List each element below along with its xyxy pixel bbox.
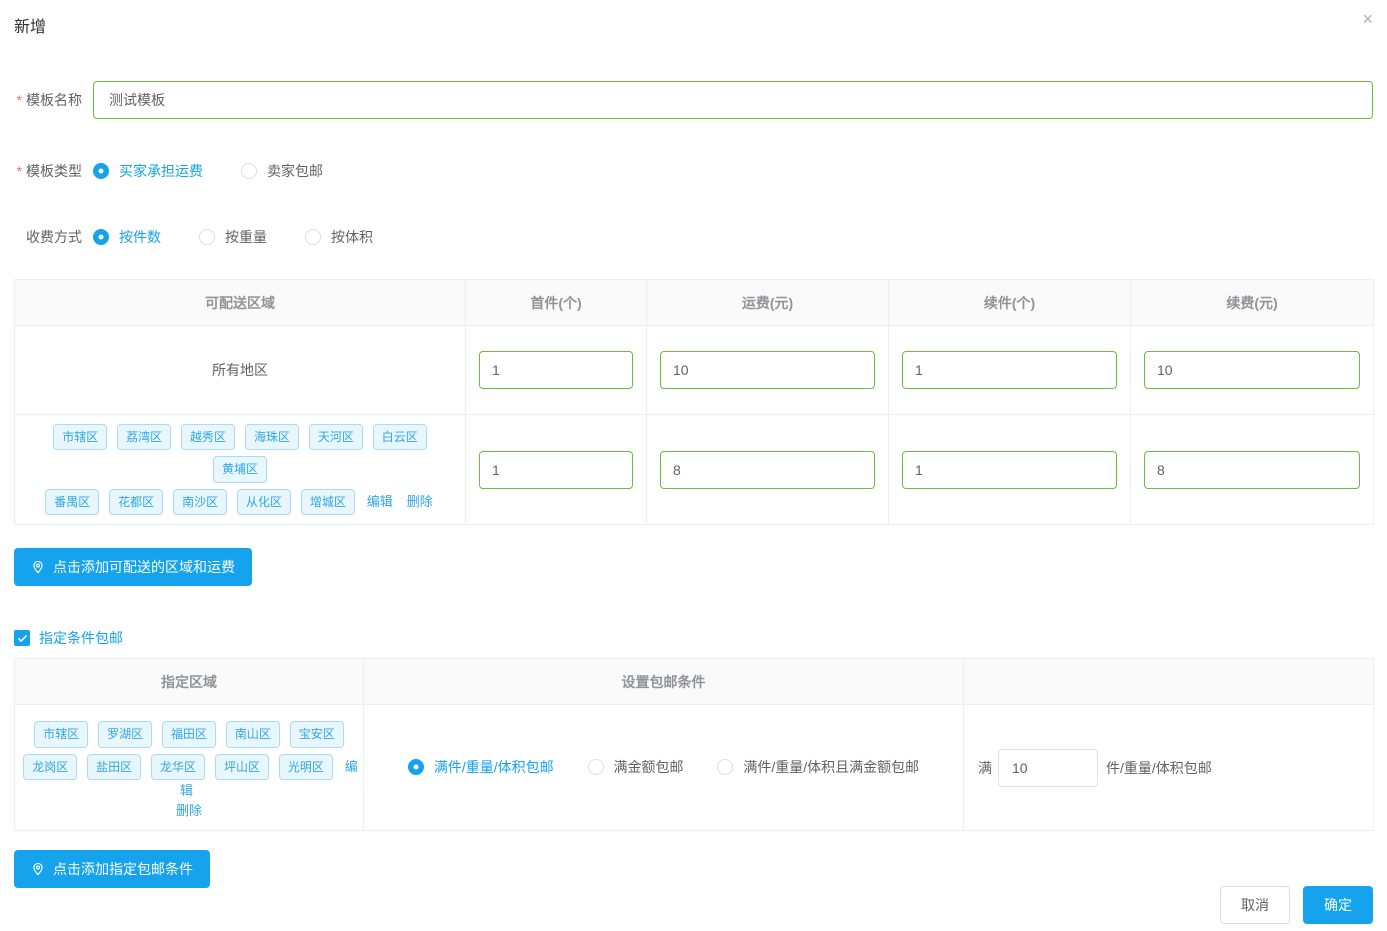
location-pin-icon — [31, 560, 45, 574]
template-type-label: 模板类型 — [14, 161, 82, 181]
free-shipping-toggle-row: 指定条件包邮 — [14, 628, 1373, 648]
region-tag: 番禺区 — [45, 489, 99, 515]
region-tag: 天河区 — [309, 424, 363, 450]
region-tag: 坪山区 — [215, 754, 269, 780]
region-tag: 南山区 — [226, 721, 280, 747]
region-tag: 南沙区 — [173, 489, 227, 515]
first-fee-input-row2[interactable] — [660, 451, 875, 489]
edit-link[interactable]: 编辑 — [367, 494, 393, 509]
radio-seller-free[interactable]: 卖家包邮 — [241, 161, 323, 181]
table-row: 所有地区 — [15, 326, 1374, 415]
close-icon[interactable]: × — [1362, 10, 1373, 28]
table-row: 市辖区 罗湖区 福田区 南山区 宝安区 龙岗区 盐田区 龙华区 坪山区 光明区 … — [15, 705, 1374, 831]
radio-by-volume[interactable]: 按体积 — [305, 227, 373, 247]
region-tag: 越秀区 — [181, 424, 235, 450]
template-name-row: 模板名称 — [14, 81, 1373, 119]
next-qty-input-row1[interactable] — [902, 351, 1117, 389]
region-tag: 市辖区 — [34, 721, 88, 747]
checkbox-checked-icon[interactable] — [14, 630, 30, 646]
charge-method-label: 收费方式 — [14, 227, 82, 247]
dialog: 新增 × 模板名称 模板类型 买家承担运费 卖家包邮 收费方式 按件数 — [0, 0, 1387, 888]
radio-icon — [199, 229, 215, 245]
region-tag: 黄埔区 — [213, 456, 267, 482]
free-shipping-condition-table: 指定区域 设置包邮条件 市辖区 罗湖区 福田区 南山区 宝安区 龙岗区 — [14, 658, 1374, 831]
page-title: 新增 — [14, 0, 1373, 37]
next-qty-input-row2[interactable] — [902, 451, 1117, 489]
threshold-input[interactable] — [998, 749, 1098, 787]
radio-amount[interactable]: 满金额包邮 — [588, 757, 684, 777]
region-tag: 市辖区 — [53, 424, 107, 450]
radio-icon — [408, 759, 424, 775]
radio-icon — [588, 759, 604, 775]
next-fee-input-row2[interactable] — [1144, 451, 1360, 489]
radio-by-piece[interactable]: 按件数 — [93, 227, 161, 247]
first-qty-input-row2[interactable] — [479, 451, 633, 489]
dialog-footer: 取消 确定 — [1220, 886, 1373, 924]
location-pin-icon — [31, 862, 45, 876]
region-tag: 龙华区 — [151, 754, 205, 780]
next-fee-input-row1[interactable] — [1144, 351, 1360, 389]
radio-by-weight[interactable]: 按重量 — [199, 227, 267, 247]
amount-suffix-label: 件/重量/体积包邮 — [1106, 758, 1212, 778]
radio-icon — [93, 163, 109, 179]
col-header-next-qty: 续件(个) — [889, 280, 1131, 326]
col-header-empty — [964, 659, 1374, 705]
radio-qty-and-amount[interactable]: 满件/重量/体积且满金额包邮 — [717, 757, 919, 777]
region-tag: 荔湾区 — [117, 424, 171, 450]
radio-icon — [93, 229, 109, 245]
col-header-region: 可配送区域 — [15, 280, 466, 326]
col-header-first-fee: 运费(元) — [647, 280, 889, 326]
cancel-button[interactable]: 取消 — [1220, 886, 1290, 924]
template-type-row: 模板类型 买家承担运费 卖家包邮 — [14, 161, 1373, 181]
region-tag: 增城区 — [301, 489, 355, 515]
radio-icon — [305, 229, 321, 245]
add-condition-button[interactable]: 点击添加指定包邮条件 — [14, 850, 210, 888]
amount-prefix-label: 满 — [978, 758, 992, 778]
free-shipping-toggle-label[interactable]: 指定条件包邮 — [39, 628, 123, 648]
template-name-label: 模板名称 — [14, 90, 82, 110]
shipping-fee-table: 可配送区域 首件(个) 运费(元) 续件(个) 续费(元) 所有地区 市辖区 荔… — [14, 279, 1374, 525]
col-header-condition: 设置包邮条件 — [364, 659, 964, 705]
confirm-button[interactable]: 确定 — [1303, 886, 1373, 924]
radio-qty-weight-volume[interactable]: 满件/重量/体积包邮 — [408, 757, 554, 777]
first-qty-input-row1[interactable] — [479, 351, 633, 389]
add-region-fee-button[interactable]: 点击添加可配送的区域和运费 — [14, 548, 252, 586]
region-tag: 宝安区 — [290, 721, 344, 747]
radio-icon — [241, 163, 257, 179]
col-header-next-fee: 续费(元) — [1131, 280, 1374, 326]
table-row: 市辖区 荔湾区 越秀区 海珠区 天河区 白云区 黄埔区 番禺区 花都区 南沙区 … — [15, 415, 1374, 525]
first-fee-input-row1[interactable] — [660, 351, 875, 389]
region-tag: 海珠区 — [245, 424, 299, 450]
delete-link[interactable]: 删除 — [407, 494, 433, 509]
region-tag: 龙岗区 — [23, 754, 77, 780]
col-header-first-qty: 首件(个) — [466, 280, 647, 326]
col-header-specified-region: 指定区域 — [15, 659, 364, 705]
region-tag: 盐田区 — [87, 754, 141, 780]
radio-icon — [717, 759, 733, 775]
region-all-label: 所有地区 — [15, 326, 466, 415]
region-tag: 罗湖区 — [98, 721, 152, 747]
template-name-input[interactable] — [93, 81, 1373, 119]
delete-link[interactable]: 删除 — [176, 803, 202, 818]
region-tag: 福田区 — [162, 721, 216, 747]
radio-buyer-pays[interactable]: 买家承担运费 — [93, 161, 203, 181]
region-tag: 从化区 — [237, 489, 291, 515]
region-tag: 白云区 — [373, 424, 427, 450]
charge-method-row: 收费方式 按件数 按重量 按体积 — [14, 227, 1373, 247]
region-tag: 花都区 — [109, 489, 163, 515]
region-tag: 光明区 — [279, 754, 333, 780]
